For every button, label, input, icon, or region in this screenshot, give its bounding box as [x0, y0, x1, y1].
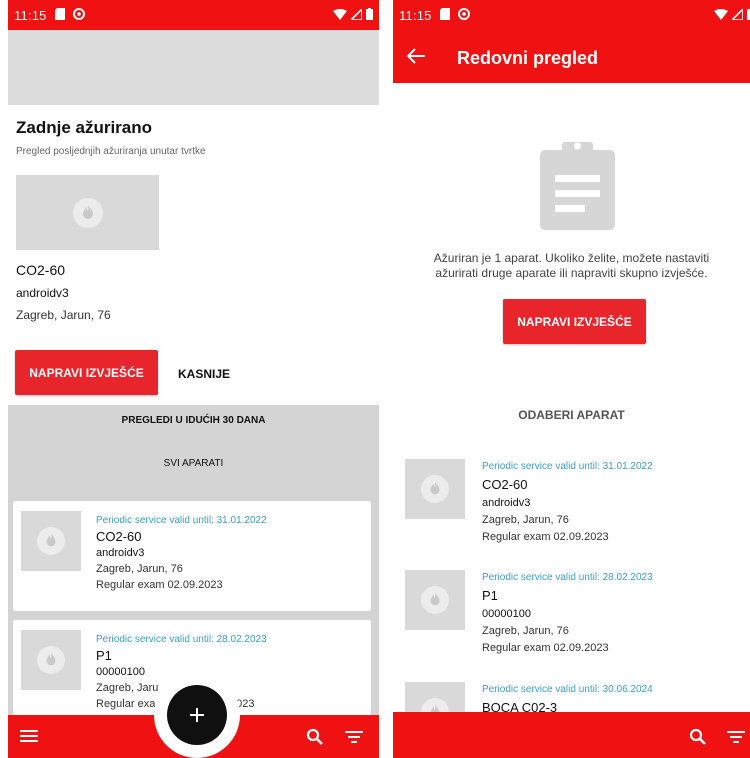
- device-exam: Regular exa: [96, 698, 156, 710]
- upcoming-heading: PREGLEDI U IDUĆIH 30 DANA: [121, 415, 266, 426]
- extinguisher-icon: [72, 197, 103, 228]
- extinguisher-icon: [37, 646, 65, 674]
- device-list-item[interactable]: Periodic service valid until: 28.02.2023…: [393, 570, 750, 670]
- latest-device-serial: androidv3: [16, 286, 69, 300]
- device-thumbnail: [405, 459, 465, 519]
- left-screen: 11:15 Zadnje ažurirano Pregled posljednj…: [8, 0, 379, 758]
- device-serial: 00000100: [482, 608, 531, 620]
- service-valid-text: Periodic service valid until: 30.06.2024: [482, 684, 653, 695]
- extinguisher-icon: [37, 527, 65, 555]
- make-report-button[interactable]: NAPRAVI IZVJEŠĆE: [15, 350, 158, 395]
- service-valid-text: Periodic service valid until: 28.02.2023: [482, 572, 653, 583]
- sync-icon: [457, 7, 470, 23]
- right-screen: 11:15 Redovni pregled Ažuriran je 1 apar…: [393, 0, 750, 758]
- filter-icon[interactable]: [345, 728, 363, 749]
- back-arrow-icon[interactable]: [406, 48, 425, 69]
- bottom-app-bar: [393, 712, 750, 758]
- device-thumbnail: [21, 511, 81, 571]
- menu-icon[interactable]: [20, 728, 38, 749]
- page-title: Redovni pregled: [457, 48, 599, 68]
- device-address: Zagreb, Jarun, 76: [96, 563, 183, 575]
- device-thumbnail: [405, 570, 465, 630]
- top-app-bar: Redovni pregled: [393, 30, 750, 83]
- device-name: CO2-60: [96, 529, 142, 544]
- section-title: Zadnje ažurirano: [16, 118, 153, 137]
- device-address: Zagreb, Jarun, 76: [482, 625, 569, 637]
- wifi-icon: [714, 8, 728, 23]
- device-name: P1: [96, 648, 112, 663]
- make-report-button[interactable]: NAPRAVI IZVJEŠĆE: [503, 299, 646, 344]
- section-subtitle: Pregled posljednjih ažuriranja unutar tv…: [16, 146, 206, 157]
- latest-device-name: CO2-60: [16, 262, 66, 278]
- select-device-label[interactable]: ODABERI APARAT: [393, 408, 750, 422]
- wifi-icon: [333, 8, 347, 23]
- device-serial: 00000100: [96, 666, 145, 678]
- all-devices-link[interactable]: SVI APARATI: [8, 458, 379, 469]
- latest-device-address: Zagreb, Jarun, 76: [16, 308, 111, 322]
- header-placeholder: [8, 30, 379, 105]
- plus-icon: [190, 701, 204, 729]
- sd-card-icon: [439, 7, 450, 23]
- clipboard-icon: [540, 138, 615, 235]
- device-exam: Regular exam 02.09.2023: [96, 579, 223, 591]
- status-bar: 11:15: [393, 0, 750, 30]
- sync-icon: [72, 7, 85, 23]
- device-thumbnail: [21, 630, 81, 690]
- upcoming-section: PREGLEDI U IDUĆIH 30 DANA SVI APARATI Pe…: [8, 405, 379, 720]
- status-time: 11:15: [399, 7, 432, 23]
- device-exam: Regular exam 02.09.2023: [482, 642, 609, 654]
- device-address: Zagreb, Jaru: [96, 682, 159, 694]
- service-valid-text: Periodic service valid until: 31.01.2022: [482, 461, 653, 472]
- info-message-line2: ažurirati druge aparate ili napraviti sk…: [435, 266, 708, 280]
- status-time: 11:15: [14, 7, 47, 23]
- battery-icon: [366, 8, 373, 23]
- device-name: P1: [482, 588, 498, 603]
- add-button[interactable]: [167, 685, 227, 745]
- device-exam: Regular exam 02.09.2023: [482, 531, 609, 543]
- service-valid-text: Periodic service valid until: 31.01.2022: [96, 515, 267, 526]
- sd-card-icon: [54, 7, 65, 23]
- device-image[interactable]: [16, 175, 159, 250]
- device-serial: androidv3: [482, 497, 531, 509]
- search-icon[interactable]: [306, 728, 323, 750]
- signal-icon: [349, 7, 363, 23]
- info-message-line1: Ažuriran je 1 aparat. Ukoliko želite, mo…: [433, 251, 710, 265]
- device-name: CO2-60: [482, 477, 528, 492]
- extinguisher-icon: [421, 586, 449, 614]
- service-valid-text: Periodic service valid until: 28.02.2023: [96, 634, 267, 645]
- search-icon[interactable]: [689, 728, 706, 750]
- device-list-item[interactable]: Periodic service valid until: 31.01.2022…: [393, 459, 750, 559]
- device-serial: androidv3: [96, 547, 145, 559]
- filter-icon[interactable]: [727, 728, 745, 749]
- device-card[interactable]: Periodic service valid until: 31.01.2022…: [13, 501, 371, 611]
- signal-icon: [730, 7, 744, 23]
- later-button[interactable]: KASNIJE: [178, 367, 230, 381]
- device-address: Zagreb, Jarun, 76: [482, 514, 569, 526]
- status-bar: 11:15: [8, 0, 379, 30]
- extinguisher-icon: [421, 475, 449, 503]
